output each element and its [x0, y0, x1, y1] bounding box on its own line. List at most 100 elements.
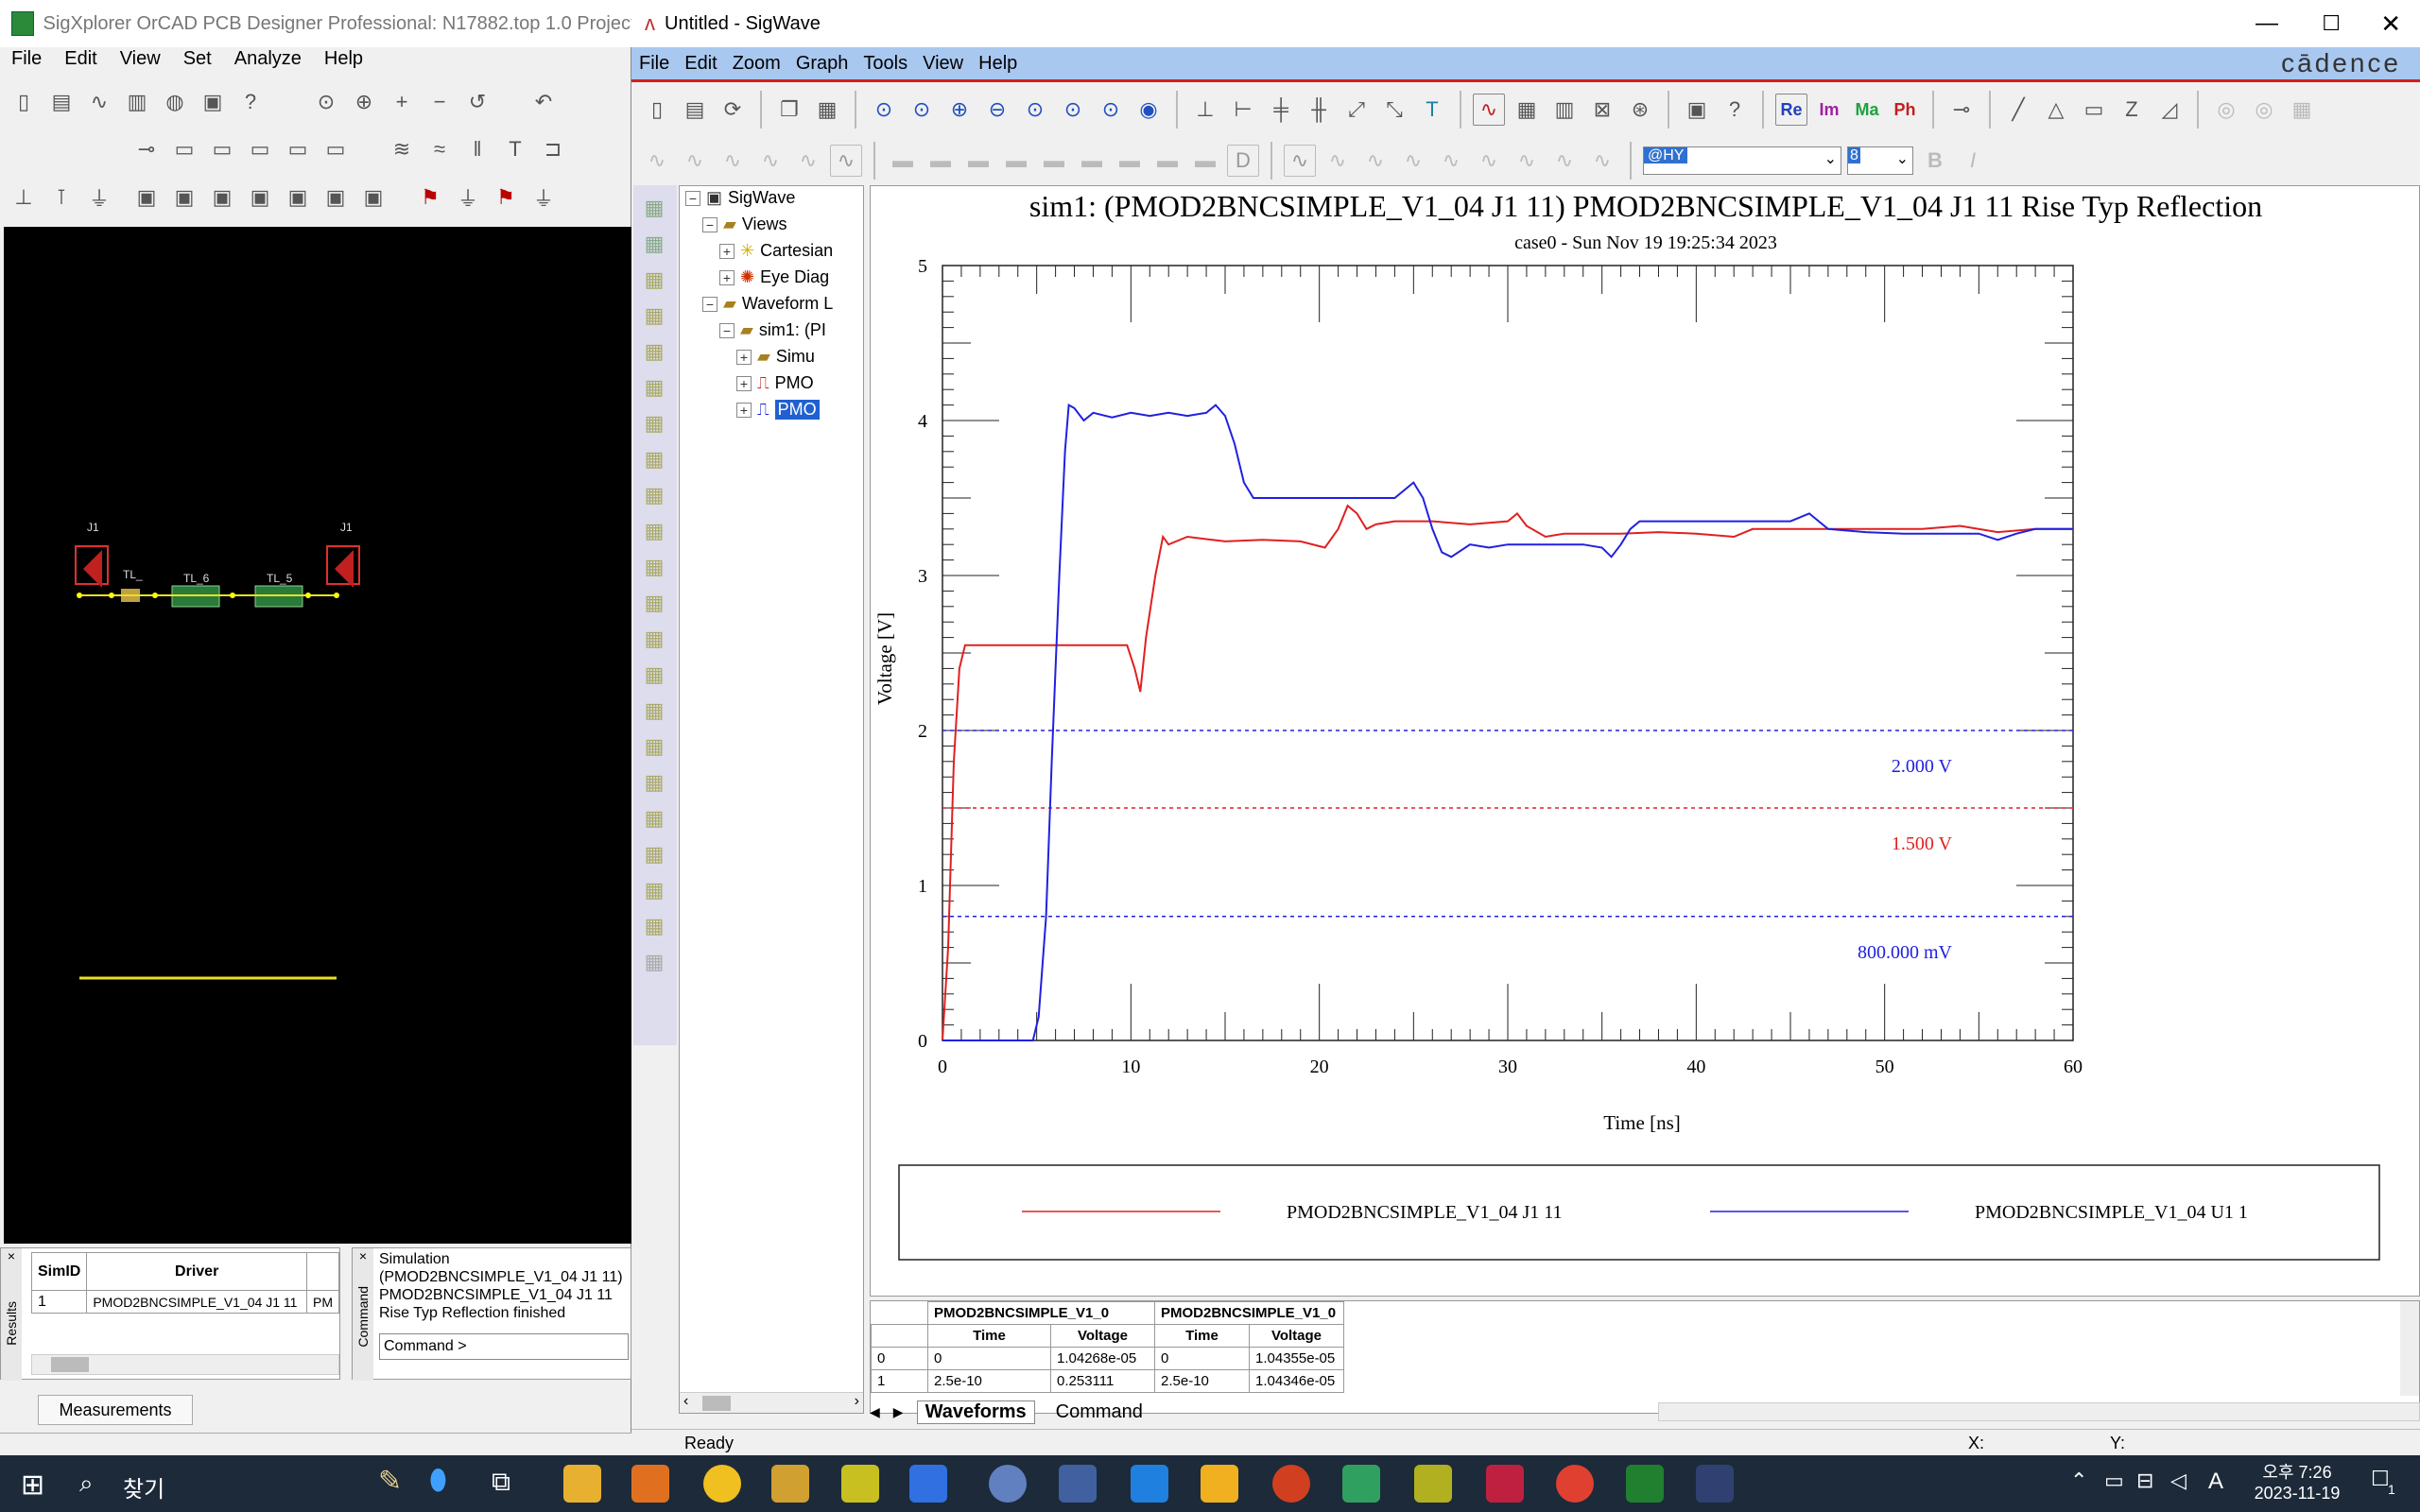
phase-button[interactable]: Ph: [1889, 94, 1921, 126]
size-select[interactable]: 8 ⌄: [1847, 146, 1913, 175]
disabled-icon[interactable]: ∿: [1511, 145, 1543, 177]
bar-icon[interactable]: ▥: [1548, 94, 1581, 126]
close-icon[interactable]: ×: [353, 1248, 373, 1263]
app-icon[interactable]: [1486, 1465, 1524, 1503]
element-icon[interactable]: ▣: [168, 181, 200, 214]
taskbar-search-label[interactable]: 찾기: [123, 1470, 164, 1503]
grid-icon[interactable]: ▦: [641, 195, 667, 221]
element-icon[interactable]: ▭: [168, 133, 200, 165]
copy-icon[interactable]: ❐: [773, 94, 805, 126]
disabled-icon[interactable]: ∿: [1548, 145, 1581, 177]
table-row[interactable]: 1 PMOD2BNCSIMPLE_V1_04 J1 11 PM: [30, 1290, 339, 1314]
disabled-icon[interactable]: ∿: [1473, 145, 1505, 177]
clock-time[interactable]: 오후 7:26: [2250, 1459, 2344, 1484]
tree-node-sim1[interactable]: − ▰ sim1: (PI: [719, 320, 826, 340]
app-icon[interactable]: [1414, 1465, 1452, 1503]
minimize-button[interactable]: —: [2256, 10, 2278, 37]
zoom-out-icon[interactable]: −: [424, 86, 456, 118]
polar-icon[interactable]: ⊛: [1624, 94, 1656, 126]
element-icon[interactable]: ▣: [320, 181, 352, 214]
text-icon[interactable]: T: [1416, 94, 1448, 126]
waveform-chart[interactable]: sim1: (PMOD2BNCSIMPLE_V1_04 J1 11) PMOD2…: [871, 186, 2420, 1297]
zigzag-icon[interactable]: Z: [2116, 94, 2148, 126]
grid-icon[interactable]: ▦: [641, 626, 667, 652]
element-icon[interactable]: ▣: [206, 181, 238, 214]
task-view-icon[interactable]: ⧉: [492, 1467, 510, 1498]
element-icon[interactable]: ⊸: [130, 133, 163, 165]
element-icon[interactable]: ▭: [282, 133, 314, 165]
undo-icon[interactable]: ↶: [527, 86, 560, 118]
tree-node-root[interactable]: − ▣ SigWave: [685, 188, 795, 208]
chrome-icon[interactable]: [1556, 1465, 1594, 1503]
zoom-icon[interactable]: ⊙: [906, 94, 938, 126]
grid-icon[interactable]: ▦: [641, 769, 667, 796]
zoom-fit-icon[interactable]: ⊙: [310, 86, 342, 118]
tree-node-views[interactable]: − ▰ Views: [702, 215, 787, 234]
app-icon[interactable]: [771, 1465, 809, 1503]
network-icon[interactable]: ⊟: [2136, 1469, 2153, 1493]
grid-icon[interactable]: ▦: [641, 231, 667, 257]
chevron-left-icon[interactable]: ‹: [683, 1393, 688, 1410]
sigxplorer-taskbar-icon[interactable]: [1626, 1465, 1664, 1503]
disabled-icon[interactable]: ∿: [1397, 145, 1429, 177]
menu-tools[interactable]: Tools: [856, 53, 915, 75]
zoom-in-icon[interactable]: +: [386, 86, 418, 118]
menu-view[interactable]: View: [109, 48, 172, 70]
battery-icon[interactable]: ▭: [2104, 1469, 2124, 1493]
menu-file[interactable]: File: [0, 48, 53, 70]
expand-icon[interactable]: +: [736, 375, 752, 391]
marker-icon[interactable]: ⊥: [1189, 94, 1221, 126]
collapse-icon[interactable]: −: [685, 190, 700, 206]
grid-icon[interactable]: ▦: [641, 302, 667, 329]
zoom-icon[interactable]: ⊙: [868, 94, 900, 126]
notification-icon[interactable]: ☐: [2371, 1467, 2390, 1491]
app-icon[interactable]: [1342, 1465, 1380, 1503]
rectangle-icon[interactable]: ▭: [2078, 94, 2110, 126]
bold-button[interactable]: B: [1919, 145, 1951, 177]
library-icon[interactable]: ◍: [159, 86, 191, 118]
disabled-icon[interactable]: ▬: [1000, 145, 1032, 177]
grid-icon[interactable]: ▦: [641, 590, 667, 616]
collapse-icon[interactable]: −: [702, 296, 717, 312]
pin-icon[interactable]: ⊸: [1945, 94, 1978, 126]
zoom-prev-icon[interactable]: ↺: [461, 86, 493, 118]
grid-icon[interactable]: ▦: [641, 266, 667, 293]
disabled-icon[interactable]: ▬: [1038, 145, 1070, 177]
text-tool-icon[interactable]: T: [499, 133, 531, 165]
grid-icon[interactable]: ▦: [641, 662, 667, 688]
marker-icon[interactable]: ⤡: [1378, 94, 1410, 126]
disabled-icon[interactable]: ▬: [1076, 145, 1108, 177]
open-icon[interactable]: ▤: [679, 94, 711, 126]
book-icon[interactable]: ▥: [121, 86, 153, 118]
grid-icon[interactable]: ▦: [1511, 94, 1543, 126]
real-button[interactable]: Re: [1775, 94, 1807, 126]
grid-icon[interactable]: ▦: [641, 877, 667, 903]
tray-chevron-icon[interactable]: ⌃: [2070, 1469, 2087, 1493]
graph-hscrollbar[interactable]: [1658, 1402, 2420, 1421]
disabled-icon[interactable]: ◎: [2210, 94, 2242, 126]
zoom-icon[interactable]: ⊙: [1057, 94, 1089, 126]
expand-icon[interactable]: +: [736, 349, 752, 365]
italic-button[interactable]: I: [1957, 145, 1989, 177]
font-select[interactable]: @HY ⌄: [1643, 146, 1841, 175]
print-icon[interactable]: ▣: [197, 86, 229, 118]
disabled-icon[interactable]: ▬: [962, 145, 994, 177]
tree-node-pmo1[interactable]: + ⎍ PMO: [736, 373, 814, 393]
app-e-icon[interactable]: [631, 1465, 669, 1503]
grid-icon[interactable]: ▦: [641, 518, 667, 544]
grid-icon[interactable]: ▦: [641, 697, 667, 724]
app-h-icon[interactable]: [1201, 1465, 1238, 1503]
tab-scroll-right-icon[interactable]: ▶: [893, 1404, 904, 1420]
refresh-icon[interactable]: ⟳: [717, 94, 749, 126]
grid-vscrollbar[interactable]: [2400, 1301, 2419, 1396]
disabled-icon[interactable]: ∿: [1284, 145, 1316, 177]
element-icon[interactable]: ▣: [244, 181, 276, 214]
zoom-icon[interactable]: ⊙: [1019, 94, 1051, 126]
app-icon[interactable]: [841, 1465, 879, 1503]
capacitor-icon[interactable]: ‖: [461, 133, 493, 165]
close-button[interactable]: ✕: [2380, 9, 2401, 39]
ground-icon[interactable]: ⏚: [527, 181, 560, 214]
disabled-icon[interactable]: ∿: [679, 145, 711, 177]
imag-button[interactable]: Im: [1813, 94, 1845, 126]
zoom-fit-icon[interactable]: ◉: [1132, 94, 1165, 126]
